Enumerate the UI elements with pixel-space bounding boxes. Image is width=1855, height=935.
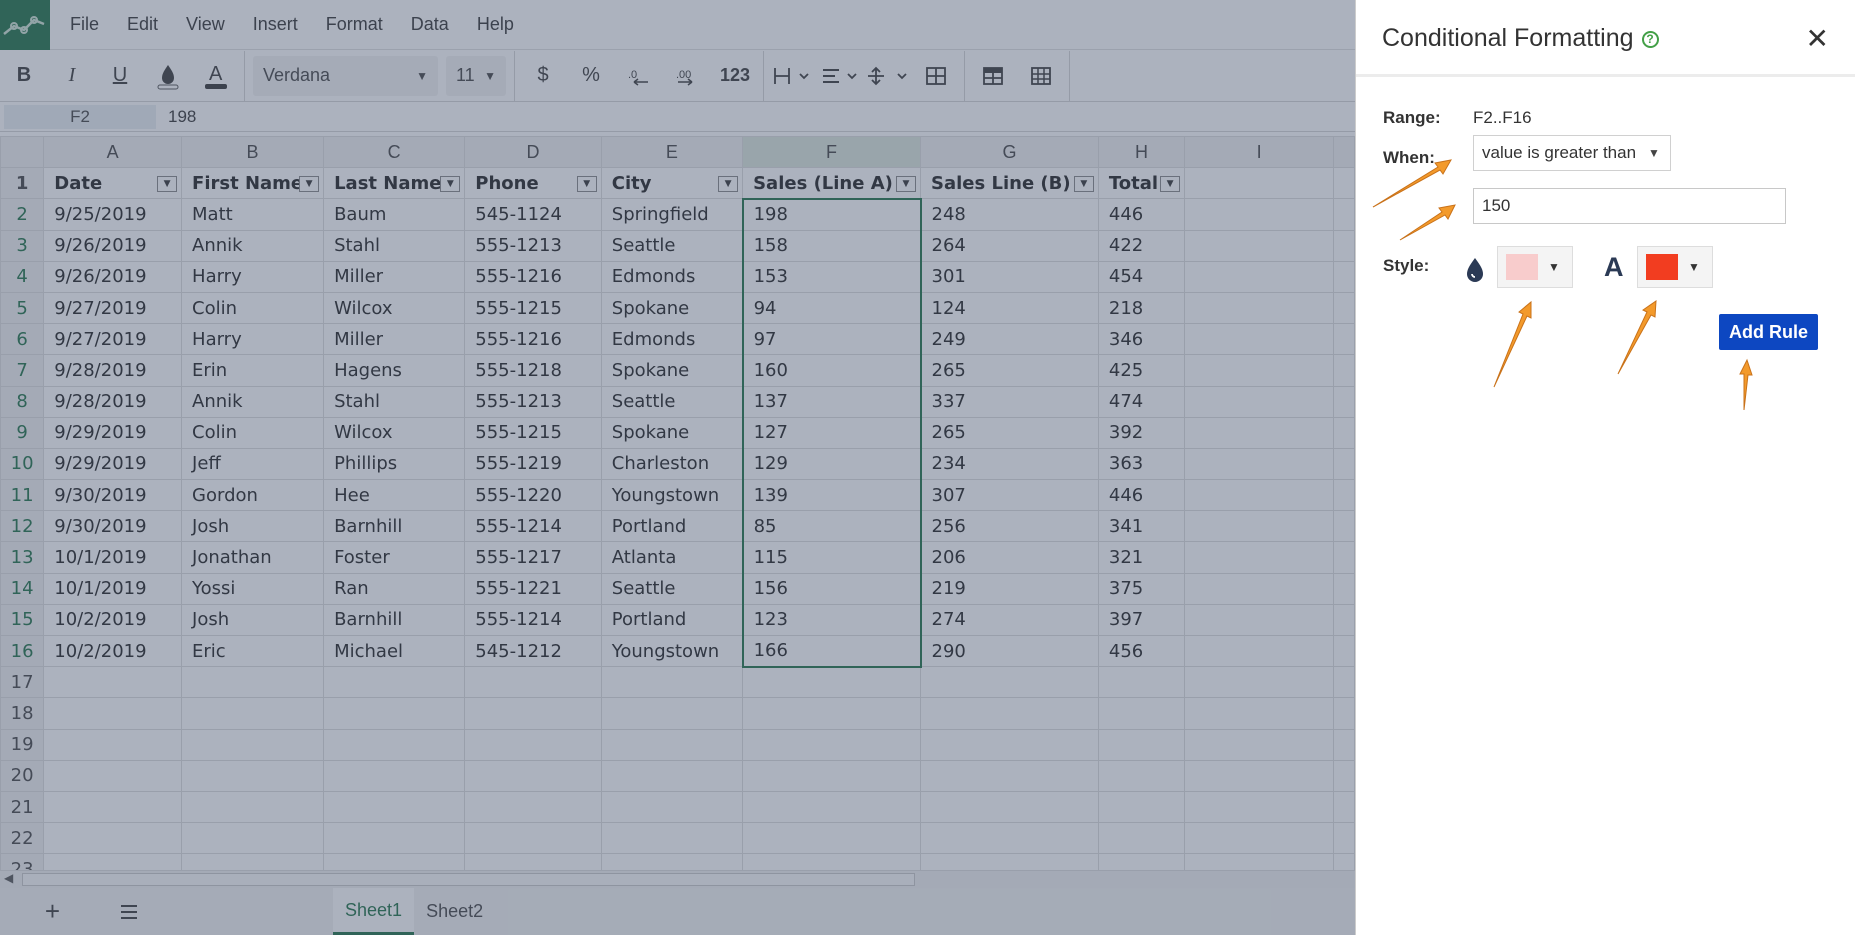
when-select[interactable]: value is greater than ▼ xyxy=(1473,135,1671,171)
value-input[interactable] xyxy=(1473,188,1786,224)
panel-title-text: Conditional Formatting xyxy=(1382,24,1634,52)
spreadsheet-area: File Edit View Insert Format Data Help B… xyxy=(0,0,1355,935)
panel-title: Conditional Formatting? xyxy=(1382,24,1659,53)
range-value: F2..F16 xyxy=(1473,108,1532,127)
panel-header: Conditional Formatting? ✕ xyxy=(1356,0,1855,77)
font-color-icon: A xyxy=(1604,252,1624,282)
when-select-value: value is greater than xyxy=(1482,143,1637,162)
style-label: Style: xyxy=(1383,256,1430,275)
fill-drop-icon xyxy=(1463,256,1487,289)
fill-color-picker[interactable]: ▼ xyxy=(1497,246,1573,288)
conditional-formatting-panel: Conditional Formatting? ✕ Range: F2..F16… xyxy=(1355,0,1855,935)
close-icon[interactable]: ✕ xyxy=(1806,22,1829,55)
add-rule-button[interactable]: Add Rule xyxy=(1719,314,1818,350)
chevron-down-icon: ▼ xyxy=(1688,260,1700,274)
modal-overlay[interactable] xyxy=(0,0,1355,935)
app-root: File Edit View Insert Format Data Help B… xyxy=(0,0,1855,935)
when-label: When: xyxy=(1383,148,1435,167)
chevron-down-icon: ▼ xyxy=(1648,146,1660,160)
font-color-picker[interactable]: ▼ xyxy=(1637,246,1713,288)
help-icon[interactable]: ? xyxy=(1641,30,1659,48)
range-label: Range: xyxy=(1383,108,1441,127)
font-color-swatch xyxy=(1646,254,1678,280)
fill-color-swatch xyxy=(1506,254,1538,280)
chevron-down-icon: ▼ xyxy=(1548,260,1560,274)
